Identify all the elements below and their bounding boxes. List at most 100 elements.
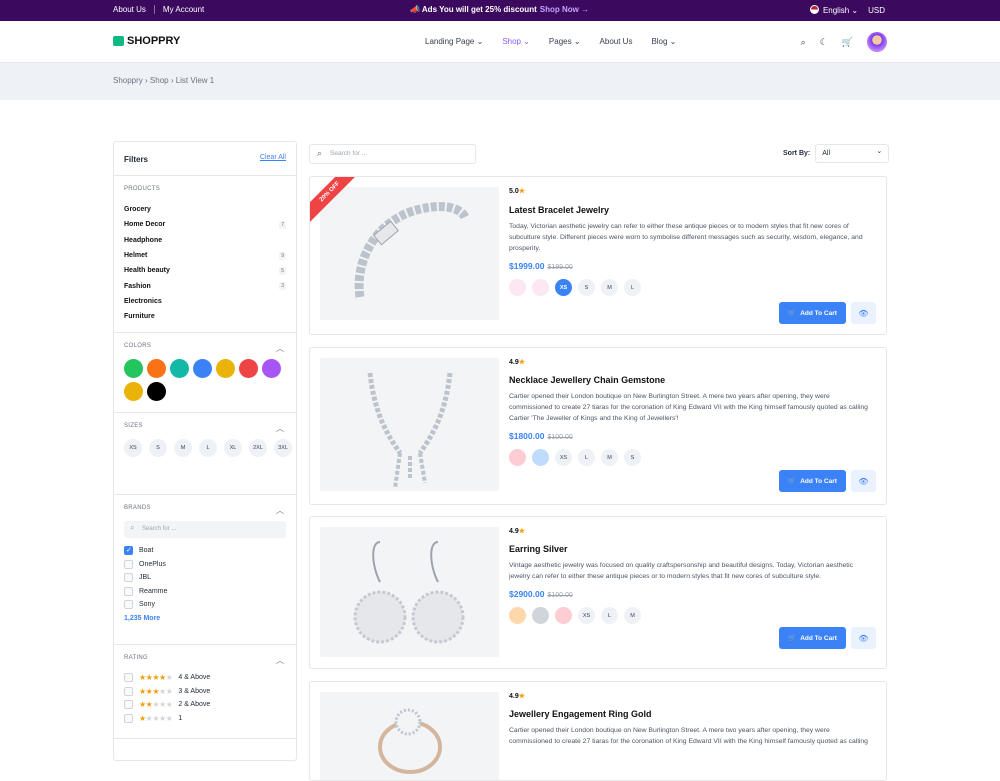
rating-checkbox[interactable] (124, 713, 133, 723)
rating-option[interactable]: ★★★★★ 3 & Above (124, 685, 286, 699)
chevron-up-icon[interactable]: ︿ (276, 423, 284, 434)
variant-option[interactable] (532, 279, 549, 296)
product-name[interactable]: Latest Bracelet Jewelry (509, 205, 609, 215)
product-name[interactable]: Jewellery Engagement Ring Gold (509, 709, 652, 719)
rating-option[interactable]: ★★★★★ 4 & Above (124, 671, 286, 685)
product-name[interactable]: Necklace Jewellery Chain Gemstone (509, 375, 665, 385)
brand-checkbox[interactable] (124, 586, 133, 596)
about-us-link[interactable]: About Us (113, 5, 155, 14)
rating-option[interactable]: ★★★★★ 1 (124, 712, 286, 726)
product-category-item[interactable]: Grocery (124, 202, 286, 217)
color-swatch[interactable] (262, 359, 281, 378)
nav-blog[interactable]: Blog ⌄ (651, 37, 676, 46)
size-option[interactable]: 2XL (249, 439, 267, 457)
color-swatch[interactable] (170, 359, 189, 378)
avatar[interactable] (867, 32, 887, 52)
variant-option[interactable]: M (624, 607, 641, 624)
brand-item[interactable]: Sony (124, 598, 286, 612)
color-swatch[interactable] (124, 382, 143, 401)
color-swatch[interactable] (239, 359, 258, 378)
nav-shop[interactable]: Shop ⌄ (502, 37, 530, 46)
product-category-item[interactable]: Home Decor 7 (124, 217, 286, 232)
brand-checkbox[interactable] (124, 559, 133, 569)
product-category-item[interactable]: Electronics (124, 294, 286, 309)
my-account-link[interactable]: My Account (155, 5, 212, 14)
product-rating: 5.0★ (509, 187, 525, 195)
size-option[interactable]: M (174, 439, 192, 457)
variant-option[interactable] (555, 607, 572, 624)
variant-option[interactable] (509, 449, 526, 466)
sort-select[interactable]: All (815, 144, 890, 163)
variant-option[interactable]: L (601, 607, 618, 624)
language-select[interactable]: English ⌄ (809, 5, 858, 15)
size-option[interactable]: S (149, 439, 167, 457)
color-swatch[interactable] (147, 382, 166, 401)
search-icon[interactable]: ⌕ (801, 37, 806, 48)
color-swatch[interactable] (124, 359, 143, 378)
brand-item[interactable]: Reamme (124, 585, 286, 599)
color-swatch[interactable] (193, 359, 212, 378)
variant-option[interactable]: S (624, 449, 641, 466)
logo[interactable]: SHOPPRY (113, 35, 180, 47)
variant-option[interactable]: L (578, 449, 595, 466)
size-option[interactable]: XL (224, 439, 242, 457)
quick-view-button[interactable]: 👁 (851, 627, 876, 649)
variant-option[interactable]: XS (578, 607, 595, 624)
brand-item[interactable]: Boat (124, 544, 286, 558)
color-swatch[interactable] (216, 359, 235, 378)
product-name[interactable]: Earring Silver (509, 544, 568, 554)
size-option[interactable]: 3XL (274, 439, 292, 457)
product-image[interactable] (320, 527, 499, 657)
nav-about-us[interactable]: About Us (600, 37, 633, 46)
brand-checkbox[interactable] (124, 573, 133, 583)
chevron-up-icon[interactable]: ︿ (276, 655, 284, 666)
brand-checkbox[interactable] (124, 600, 133, 610)
product-category-item[interactable]: Health beauty 5 (124, 263, 286, 278)
product-image[interactable] (320, 187, 499, 320)
add-to-cart-button[interactable]: 🛒 Add To Cart (779, 302, 846, 324)
variant-option[interactable] (532, 449, 549, 466)
variant-option[interactable]: M (601, 279, 618, 296)
nav-landing-page[interactable]: Landing Page ⌄ (425, 37, 483, 46)
product-category-item[interactable]: Helmet 9 (124, 248, 286, 263)
variant-option[interactable] (532, 607, 549, 624)
variant-option[interactable]: XS (555, 279, 572, 296)
size-option[interactable]: XS (124, 439, 142, 457)
variant-option[interactable]: L (624, 279, 641, 296)
shop-now-link[interactable]: Shop Now → (540, 5, 589, 14)
product-category-item[interactable]: Furniture (124, 309, 286, 324)
variant-option[interactable]: S (578, 279, 595, 296)
product-category-item[interactable]: Headphone (124, 233, 286, 248)
rating-option[interactable]: ★★★★★ 2 & Above (124, 698, 286, 712)
brand-search-input[interactable]: Search for ... (124, 521, 286, 538)
currency-select[interactable]: USD (868, 6, 885, 15)
moon-icon[interactable]: ☾ (820, 37, 828, 48)
brand-item[interactable]: OnePlus (124, 558, 286, 572)
clear-all-link[interactable]: Clear All (260, 154, 286, 161)
quick-view-button[interactable]: 👁 (851, 470, 876, 492)
product-image[interactable] (320, 358, 499, 491)
product-image[interactable] (320, 692, 499, 780)
product-search-input[interactable]: Search for ... (309, 144, 476, 164)
product-category-item[interactable]: Fashion 3 (124, 278, 286, 293)
variant-option[interactable] (509, 607, 526, 624)
brand-checkbox[interactable] (124, 546, 133, 556)
stars-empty: ★★★ (152, 700, 173, 710)
add-to-cart-button[interactable]: 🛒 Add To Cart (779, 627, 846, 649)
rating-checkbox[interactable] (124, 700, 133, 710)
chevron-up-icon[interactable]: ︿ (276, 343, 284, 354)
variant-option[interactable] (509, 279, 526, 296)
nav-pages[interactable]: Pages ⌄ (549, 37, 581, 46)
size-option[interactable]: L (199, 439, 217, 457)
rating-checkbox[interactable] (124, 686, 133, 696)
brand-item[interactable]: JBL (124, 571, 286, 585)
quick-view-button[interactable]: 👁 (851, 302, 876, 324)
variant-option[interactable]: M (601, 449, 618, 466)
color-swatch[interactable] (147, 359, 166, 378)
brands-more-link[interactable]: 1,235 More (124, 615, 286, 622)
variant-option[interactable]: XS (555, 449, 572, 466)
chevron-up-icon[interactable]: ︿ (276, 505, 284, 516)
add-to-cart-button[interactable]: 🛒 Add To Cart (779, 470, 846, 492)
rating-checkbox[interactable] (124, 673, 133, 683)
cart-icon[interactable]: 🛒 (842, 37, 853, 48)
